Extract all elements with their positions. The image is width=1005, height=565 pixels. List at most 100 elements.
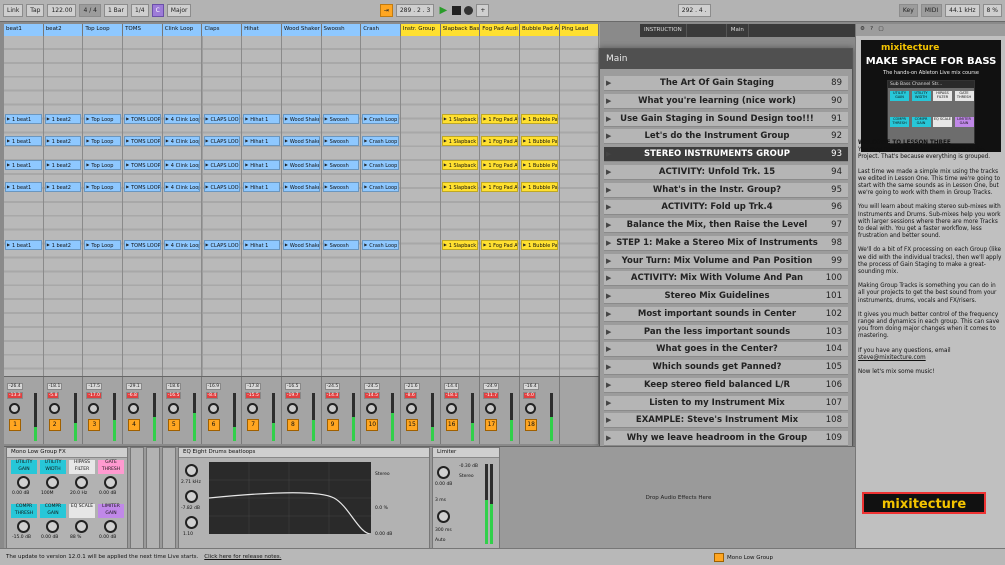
clip-slot-column[interactable] [559, 36, 600, 376]
clip[interactable]: Hihat 1 [243, 114, 280, 124]
macro-knob[interactable] [46, 476, 59, 489]
pan-knob[interactable] [167, 403, 179, 414]
clip[interactable]: TOMS LOOP [124, 114, 161, 124]
limiter-gain-value[interactable]: 0.00 dB [435, 482, 452, 487]
track-header[interactable]: Top Loop [83, 24, 124, 36]
pan-knob[interactable] [286, 403, 298, 414]
pan-knob[interactable] [445, 403, 457, 414]
highpass-filter-device[interactable] [146, 447, 160, 549]
peak-value[interactable]: -13.3 [7, 392, 23, 399]
utility-device[interactable] [130, 447, 144, 549]
volume-value[interactable]: -18.1 [46, 383, 63, 390]
record-icon[interactable] [464, 6, 474, 15]
clip[interactable]: Wood Shaker [282, 136, 320, 146]
clip[interactable]: TOMS LOOP [124, 182, 161, 192]
quantize-menu[interactable]: 1/4 [130, 4, 149, 17]
clip[interactable]: 1 Slapback [441, 182, 479, 192]
pan-knob[interactable] [326, 403, 338, 414]
menu-item[interactable]: ▶ ACTIVITY: Fold up Trk.4 96 [604, 200, 848, 216]
clip[interactable]: 1 Slapback [441, 136, 479, 146]
macro-value[interactable]: 0.00 dB [99, 535, 116, 540]
scale-menu[interactable]: Major [166, 4, 192, 17]
clip[interactable]: 1 Slapback [441, 240, 479, 250]
track-header[interactable]: Slapback Bas [440, 24, 481, 36]
clip[interactable]: 4 Clink Loop [163, 114, 201, 124]
limiter-release-value[interactable]: 300 ms [435, 528, 452, 533]
tempo-field[interactable]: 122.00 [47, 4, 77, 17]
pan-knob[interactable] [366, 403, 378, 414]
macro-value[interactable]: 20.0 Hz [70, 491, 87, 496]
clip[interactable]: 1 Fog Pad A [481, 240, 519, 250]
track-activator-button[interactable]: 9 [326, 419, 339, 431]
track-activator-button[interactable]: 6 [207, 419, 220, 431]
clip-slot-column[interactable] [321, 36, 362, 376]
menu-item[interactable]: ▶ Your Turn: Mix Volume and Pan Position 9… [604, 253, 848, 269]
clip[interactable]: TOMS LOOP [124, 136, 161, 146]
release-notes-link[interactable]: Click here for release notes. [204, 554, 281, 560]
eq-q-value[interactable]: 1.10 [183, 532, 193, 537]
clip-slot-column[interactable] [281, 36, 322, 376]
peak-value[interactable]: -5.8 [46, 392, 60, 399]
clip[interactable]: Hihat 1 [243, 136, 280, 146]
meter-field[interactable]: 4 / 4 [79, 4, 101, 17]
track-header[interactable]: Hihat [242, 24, 282, 36]
clip[interactable]: 1 Slapback [441, 114, 479, 124]
peak-value[interactable]: -16.5 [165, 392, 182, 399]
macro-value[interactable]: 0.00 dB [12, 491, 29, 496]
clip[interactable]: 1 beat1 [5, 182, 42, 192]
track-header[interactable]: Ping Lead [559, 24, 600, 36]
limiter-stereo-value[interactable]: Stereo [459, 474, 474, 479]
clip[interactable]: TOMS LOOP [124, 240, 161, 250]
key-map-button[interactable]: Key [898, 4, 918, 17]
menu-item[interactable]: ▶ What goes in the Center? 104 [604, 342, 848, 358]
menu-item[interactable]: ▶ EXAMPLE: Steve's Instrument Mix 108 [604, 413, 848, 429]
clip-slot-column[interactable] [123, 36, 163, 376]
menu-item[interactable]: ▶ STEREO INSTRUMENTS GROUP 93 [604, 147, 848, 162]
track-header[interactable]: beat2 [43, 24, 84, 36]
key-menu[interactable]: C [151, 4, 164, 17]
clip-slot-column[interactable] [4, 36, 44, 376]
eq-gain-knob[interactable] [185, 490, 198, 503]
clip[interactable]: 1 beat2 [44, 182, 82, 192]
clip[interactable]: 1 Bubble Pad A [521, 160, 558, 170]
clip[interactable]: Swoosh [322, 136, 360, 146]
clip[interactable]: 1 Fog Pad A [481, 136, 519, 146]
menu-item[interactable]: ▶ What's in the Instr. Group? 95 [604, 182, 848, 198]
link-button[interactable]: Link [3, 4, 24, 17]
track-header[interactable]: Clink Loop [162, 24, 203, 36]
clip[interactable]: Crash Loop [362, 160, 399, 170]
volume-value[interactable]: -16.4 [523, 383, 539, 390]
tab-instruction[interactable]: INSTRUCTION [640, 24, 687, 37]
peak-value[interactable]: -6.8 [126, 392, 139, 399]
volume-value[interactable]: -18.6 [165, 383, 182, 390]
peak-value[interactable]: -8.6 [404, 392, 417, 399]
menu-item[interactable]: ▶ Keep stereo field balanced L/R 106 [604, 377, 848, 393]
volume-value[interactable]: -17.5 [86, 383, 103, 390]
macro-knob[interactable] [46, 520, 59, 533]
clip[interactable]: 4 Clink Loop [163, 182, 201, 192]
macro-value[interactable]: 0.00 dB [41, 535, 58, 540]
peak-value[interactable]: -14.5 [364, 392, 380, 399]
eq-gain-value[interactable]: -7.82 dB [181, 506, 200, 511]
menu-item[interactable]: ▶ Balance the Mix, then Raise the Level 97 [604, 218, 848, 233]
peak-value[interactable]: -17.0 [86, 392, 103, 399]
track-header[interactable]: Instr. Group [400, 24, 441, 36]
track-header[interactable]: Fog Pad Audi [480, 24, 520, 36]
eq-scale-value[interactable]: 0.0 % [375, 506, 388, 511]
clip[interactable]: Crash Loop [362, 136, 399, 146]
limiter-lookahead-value[interactable]: 3 ms [435, 498, 446, 503]
macro-knob[interactable] [104, 476, 117, 489]
eq-q-knob[interactable] [185, 516, 198, 529]
track-header[interactable]: Crash [361, 24, 401, 36]
play-icon[interactable]: ▶ [437, 5, 449, 17]
track-activator-button[interactable]: 15 [406, 419, 418, 431]
stop-icon[interactable] [452, 6, 462, 15]
track-activator-button[interactable]: 1 [9, 419, 21, 431]
limiter-gain-knob[interactable] [437, 466, 450, 479]
email-link[interactable]: steve@mixitecture.com [858, 355, 926, 361]
macro-value[interactable]: 0.00 dB [99, 491, 116, 496]
limiter-release-knob[interactable] [437, 510, 450, 523]
menu-item[interactable]: ▶ ACTIVITY: Mix With Volume And Pan 100 [604, 271, 848, 287]
macro-knob[interactable] [17, 520, 30, 533]
volume-value[interactable]: -21.6 [404, 383, 420, 390]
